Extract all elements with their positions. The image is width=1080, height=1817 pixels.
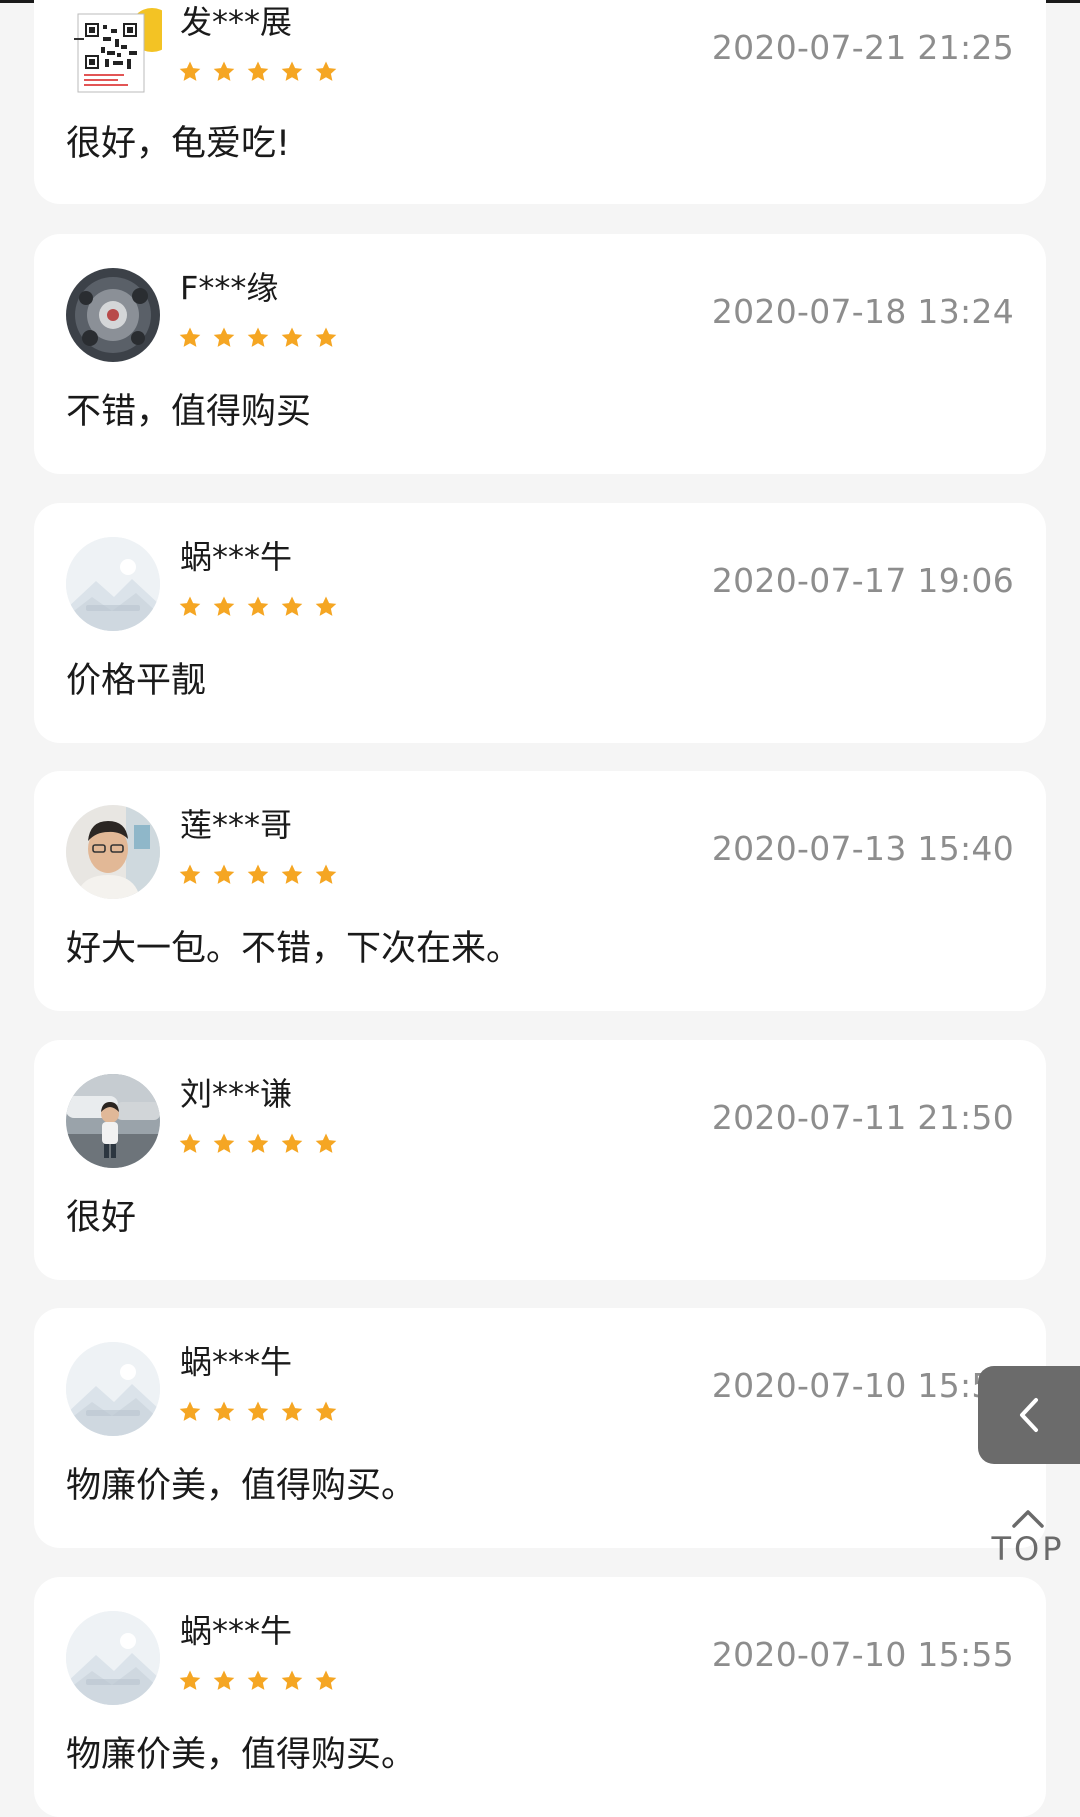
star-icon bbox=[213, 327, 235, 347]
star-icon bbox=[179, 1401, 201, 1421]
star-icon bbox=[213, 864, 235, 884]
star-rating bbox=[178, 60, 338, 84]
star-icon bbox=[315, 1670, 337, 1690]
star-icon bbox=[281, 1670, 303, 1690]
review-timestamp: 2020-07-21 21:25 bbox=[711, 28, 1014, 67]
review-card: F***缘 2020-07-18 13:24 不错，值得购买 bbox=[34, 234, 1046, 474]
star-icon bbox=[213, 596, 235, 616]
reviewer-name: 蜗***牛 bbox=[180, 1612, 293, 1650]
star-icon bbox=[281, 1401, 303, 1421]
placeholder-avatar bbox=[66, 1611, 160, 1705]
star-icon bbox=[213, 1670, 235, 1690]
qr-code-avatar bbox=[72, 8, 162, 98]
star-icon bbox=[315, 1401, 337, 1421]
star-icon bbox=[315, 1133, 337, 1153]
reviewer-name: 发***展 bbox=[180, 3, 293, 41]
reviewer-name: 蜗***牛 bbox=[180, 538, 293, 576]
star-rating bbox=[178, 1400, 338, 1424]
star-icon bbox=[281, 61, 303, 81]
user-photo-avatar bbox=[66, 1074, 160, 1168]
reviewer-name: F***缘 bbox=[180, 269, 279, 307]
star-icon bbox=[315, 327, 337, 347]
star-icon bbox=[247, 1401, 269, 1421]
star-icon bbox=[247, 864, 269, 884]
star-icon bbox=[179, 327, 201, 347]
review-text: 物廉价美，值得购买。 bbox=[66, 1735, 417, 1775]
star-icon bbox=[281, 864, 303, 884]
star-icon bbox=[315, 61, 337, 81]
star-icon bbox=[247, 596, 269, 616]
review-timestamp: 2020-07-10 15:55 bbox=[711, 1635, 1014, 1674]
placeholder-avatar bbox=[66, 1342, 160, 1436]
star-rating bbox=[178, 595, 338, 619]
placeholder-avatar bbox=[66, 537, 160, 631]
chevron-left-icon bbox=[1020, 1398, 1038, 1432]
star-icon bbox=[213, 1401, 235, 1421]
star-rating bbox=[178, 326, 338, 350]
star-icon bbox=[179, 1133, 201, 1153]
star-icon bbox=[247, 1133, 269, 1153]
star-rating bbox=[178, 1669, 338, 1693]
review-timestamp: 2020-07-18 13:24 bbox=[711, 292, 1014, 331]
review-text: 价格平靓 bbox=[66, 661, 207, 701]
user-photo-avatar bbox=[66, 268, 160, 362]
star-icon bbox=[315, 596, 337, 616]
reviewer-name: 莲***哥 bbox=[180, 806, 293, 844]
review-card: 发***展 2020-07-21 21:25 很好，龟爱吃! bbox=[34, 0, 1046, 204]
reviewer-name: 蜗***牛 bbox=[180, 1343, 293, 1381]
star-icon bbox=[247, 327, 269, 347]
star-icon bbox=[179, 1670, 201, 1690]
user-photo-avatar bbox=[66, 805, 160, 899]
review-text: 不错，值得购买 bbox=[66, 392, 312, 432]
star-icon bbox=[247, 1670, 269, 1690]
star-icon bbox=[213, 61, 235, 81]
review-card: 蜗***牛 2020-07-17 19:06 价格平靓 bbox=[34, 503, 1046, 743]
star-icon bbox=[179, 61, 201, 81]
star-icon bbox=[281, 327, 303, 347]
side-panel-toggle-button[interactable] bbox=[978, 1366, 1080, 1464]
star-rating bbox=[178, 1132, 338, 1156]
star-icon bbox=[281, 596, 303, 616]
back-to-top-button[interactable]: TOP bbox=[982, 1506, 1074, 1576]
chevron-up-icon bbox=[1012, 1510, 1044, 1528]
back-to-top-label: TOP bbox=[991, 1530, 1065, 1568]
reviewer-name: 刘***谦 bbox=[180, 1075, 293, 1113]
star-icon bbox=[281, 1133, 303, 1153]
review-card: 刘***谦 2020-07-11 21:50 很好 bbox=[34, 1040, 1046, 1280]
review-text: 很好 bbox=[66, 1198, 137, 1238]
review-text: 很好，龟爱吃! bbox=[66, 124, 291, 164]
star-icon bbox=[179, 864, 201, 884]
review-text: 物廉价美，值得购买。 bbox=[66, 1466, 417, 1506]
star-icon bbox=[179, 596, 201, 616]
review-card: 蜗***牛 2020-07-10 15:55 物廉价美，值得购买。 bbox=[34, 1577, 1046, 1817]
review-card: 蜗***牛 2020-07-10 15:55 物廉价美，值得购买。 bbox=[34, 1308, 1046, 1548]
review-timestamp: 2020-07-13 15:40 bbox=[711, 829, 1014, 868]
review-timestamp: 2020-07-17 19:06 bbox=[711, 561, 1014, 600]
review-text: 好大一包。不错，下次在来。 bbox=[66, 929, 522, 969]
star-icon bbox=[213, 1133, 235, 1153]
review-card: 莲***哥 2020-07-13 15:40 好大一包。不错，下次在来。 bbox=[34, 771, 1046, 1011]
star-icon bbox=[315, 864, 337, 884]
star-rating bbox=[178, 863, 338, 887]
star-icon bbox=[247, 61, 269, 81]
review-timestamp: 2020-07-10 15:55 bbox=[711, 1366, 1014, 1405]
review-timestamp: 2020-07-11 21:50 bbox=[711, 1098, 1014, 1137]
